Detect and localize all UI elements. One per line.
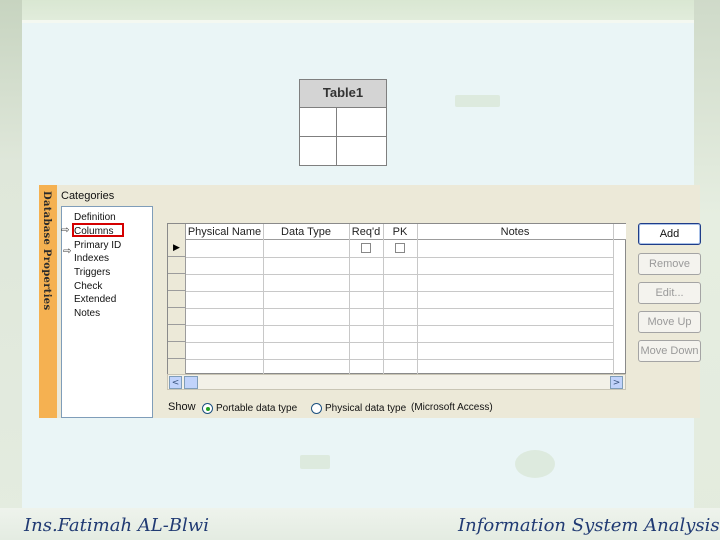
grid-row-line <box>186 359 613 360</box>
row-selector[interactable] <box>168 308 185 325</box>
move-down-button[interactable]: Move Down <box>638 340 701 362</box>
row-selector[interactable] <box>168 325 185 342</box>
column-header-pk[interactable]: PK <box>383 224 417 240</box>
grid-column-line <box>263 224 264 375</box>
add-button[interactable]: Add <box>638 223 701 245</box>
scroll-right-icon[interactable]: > <box>610 376 623 389</box>
table-entity-title: Table1 <box>322 85 364 100</box>
scroll-left-icon[interactable]: < <box>169 376 182 389</box>
grid-column-line <box>383 224 384 375</box>
category-item-notes[interactable]: Notes <box>74 307 100 320</box>
categories-list[interactable]: ⇨ Definition Columns Primary ID Indexes … <box>61 206 153 418</box>
row-selector[interactable] <box>168 291 185 308</box>
category-item-check[interactable]: Check <box>74 280 102 293</box>
grid-row-line <box>186 342 613 343</box>
background-decoration <box>455 95 500 107</box>
background-decoration <box>300 455 330 469</box>
remove-button[interactable]: Remove <box>638 253 701 275</box>
column-header-data-type[interactable]: Data Type <box>263 224 349 240</box>
current-item-arrow-icon: ⇨ <box>61 225 70 236</box>
radio-selected-dot <box>206 407 210 411</box>
move-up-button[interactable]: Move Up <box>638 311 701 333</box>
grid-column-line <box>417 224 418 375</box>
slide-left-band <box>0 0 22 540</box>
sidebar-title: Database Properties <box>41 191 52 311</box>
row-selector[interactable] <box>168 342 185 359</box>
physical-data-type-radio[interactable] <box>311 403 322 414</box>
grid-column-line <box>349 224 350 375</box>
portable-data-type-label[interactable]: Portable data type <box>216 403 297 414</box>
column-header-filler <box>613 224 626 240</box>
sidebar-strip: Database Properties <box>39 185 57 418</box>
table-entity-header: Table1 <box>300 80 386 108</box>
table-entity-diagram: Table1 <box>299 79 387 166</box>
category-item-extended[interactable]: Extended <box>74 293 116 306</box>
row-selector[interactable] <box>168 257 185 274</box>
grid-row-line <box>186 291 613 292</box>
column-header-reqd[interactable]: Req'd <box>349 224 383 240</box>
grid-row-line <box>186 274 613 275</box>
grid-column-line <box>613 224 614 375</box>
category-item-indexes[interactable]: Indexes <box>74 252 109 265</box>
row-pointer-icon: ▶ <box>173 243 180 253</box>
row-selector[interactable]: ▶ <box>168 240 185 257</box>
row-selector[interactable] <box>168 274 185 291</box>
edit-button[interactable]: Edit... <box>638 282 701 304</box>
pk-checkbox[interactable] <box>395 243 405 253</box>
table-entity-divider <box>300 136 386 137</box>
course-title: Information System Analysis <box>458 515 720 536</box>
instructor-name: Ins.Fatimah AL-Blwi <box>24 515 209 536</box>
column-header-physical-name[interactable]: Physical Name <box>186 224 263 240</box>
categories-label: Categories <box>61 190 115 202</box>
portable-data-type-radio[interactable] <box>202 403 213 414</box>
current-item-arrow-icon: ⇨ <box>63 246 72 257</box>
show-label: Show <box>168 401 196 413</box>
category-item-primary-id[interactable]: Primary ID <box>74 239 121 252</box>
background-decoration <box>515 450 555 478</box>
category-item-triggers[interactable]: Triggers <box>74 266 110 279</box>
grid-row-line <box>186 325 613 326</box>
grid-row-line <box>186 308 613 309</box>
database-type-note: (Microsoft Access) <box>411 402 493 413</box>
reqd-checkbox[interactable] <box>361 243 371 253</box>
column-header-notes[interactable]: Notes <box>417 224 613 240</box>
scrollbar-thumb[interactable] <box>184 376 198 389</box>
selected-category-highlight <box>72 223 124 237</box>
columns-grid[interactable]: Physical Name Data Type Req'd PK Notes ▶ <box>167 223 626 376</box>
grid-horizontal-scrollbar[interactable]: < > <box>167 374 626 390</box>
physical-data-type-label[interactable]: Physical data type <box>325 403 406 414</box>
grid-row-line <box>186 257 613 258</box>
